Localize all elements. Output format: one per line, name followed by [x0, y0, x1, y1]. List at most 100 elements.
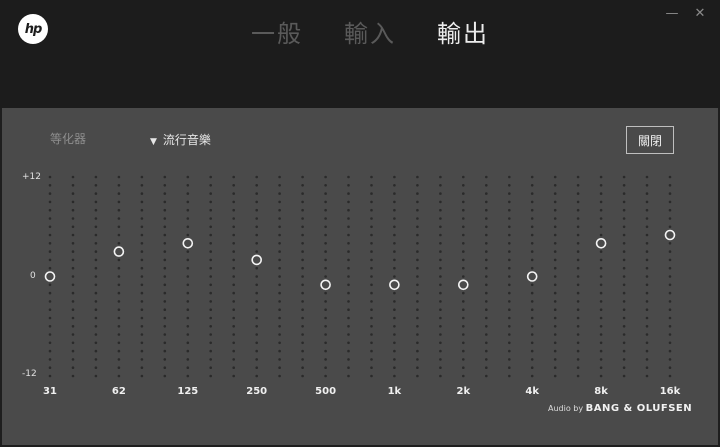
- eq-band-knob-250[interactable]: [251, 254, 263, 266]
- grid-dot: [370, 316, 373, 320]
- grid-dot: [439, 266, 442, 270]
- grid-dot: [278, 316, 281, 320]
- grid-dot: [255, 366, 258, 370]
- grid-dot: [508, 250, 511, 253]
- grid-dot: [599, 333, 603, 336]
- grid-dot: [186, 184, 190, 187]
- grid-dot: [622, 217, 626, 220]
- grid-dot: [485, 200, 488, 204]
- grid-dot: [140, 358, 144, 361]
- eq-band-knob-125[interactable]: [182, 238, 194, 249]
- grid-dot: [462, 366, 465, 370]
- eq-band-knob-16k[interactable]: [664, 229, 676, 241]
- grid-dot: [599, 217, 603, 220]
- grid-dot: [508, 283, 511, 287]
- grid-dot: [94, 283, 98, 287]
- grid-dot: [370, 283, 373, 287]
- grid-dot: [462, 300, 465, 303]
- grid-dot: [71, 258, 75, 262]
- grid-dot: [301, 325, 304, 328]
- grid-dot: [370, 358, 373, 361]
- grid-dot: [163, 283, 167, 287]
- grid-dot: [186, 275, 190, 278]
- grid-dot: [163, 358, 167, 361]
- grid-dot: [278, 184, 281, 187]
- eq-band-knob-4k[interactable]: [526, 271, 538, 282]
- grid-dot: [508, 184, 511, 187]
- grid-dot: [439, 325, 442, 328]
- grid-dot: [324, 349, 327, 353]
- grid-dot: [530, 192, 534, 195]
- grid-dot: [209, 175, 212, 179]
- grid-dot: [186, 200, 190, 204]
- eq-band-knob-1k[interactable]: [389, 279, 400, 291]
- grid-dot: [576, 217, 580, 220]
- grid-dot: [71, 316, 75, 320]
- eq-band-knob-62[interactable]: [113, 246, 125, 257]
- grid-dot: [576, 233, 580, 237]
- grid-dot: [140, 300, 144, 303]
- grid-dot: [370, 374, 373, 378]
- grid-dot: [232, 374, 235, 378]
- grid-dot: [645, 349, 649, 353]
- grid-dot: [117, 366, 121, 370]
- grid-dot: [576, 366, 580, 370]
- grid-dot: [94, 225, 98, 229]
- grid-dot: [232, 358, 235, 361]
- grid-dot: [255, 208, 258, 212]
- grid-dot: [301, 341, 304, 345]
- grid-dot: [163, 275, 167, 278]
- grid-dot: [668, 325, 672, 328]
- grid-dot: [668, 175, 672, 179]
- grid-dot: [370, 275, 373, 278]
- grid-dot: [622, 283, 626, 287]
- grid-dot: [347, 233, 350, 237]
- grid-dot: [140, 275, 144, 278]
- grid-dot: [186, 192, 190, 195]
- grid-dot: [599, 266, 603, 270]
- grid-dot: [485, 325, 488, 328]
- grid-dot: [370, 225, 373, 229]
- eq-band-knob-2k[interactable]: [457, 279, 469, 291]
- grid-dot: [622, 192, 626, 195]
- grid-dot: [71, 175, 75, 179]
- grid-dot: [48, 283, 52, 287]
- grid-dot: [553, 291, 557, 295]
- grid-dot: [439, 333, 442, 336]
- grid-dot: [462, 250, 465, 253]
- grid-dot: [439, 366, 442, 370]
- grid-dot: [370, 192, 373, 195]
- grid-dot: [186, 325, 190, 328]
- grid-dot: [462, 358, 465, 361]
- eq-band-knob-500[interactable]: [320, 279, 331, 291]
- grid-dot: [94, 374, 98, 378]
- grid-dot: [485, 208, 488, 212]
- grid-dot: [278, 266, 281, 270]
- grid-dot: [645, 217, 649, 220]
- grid-dot: [508, 200, 511, 204]
- grid-dot: [94, 242, 98, 245]
- grid-dot: [71, 200, 75, 204]
- grid-dot: [209, 374, 212, 378]
- grid-dot: [576, 225, 580, 229]
- grid-dot: [324, 266, 327, 270]
- grid-dot: [599, 349, 603, 353]
- grid-dot: [301, 300, 304, 303]
- grid-dot: [163, 242, 167, 245]
- grid-dot: [71, 333, 75, 336]
- grid-dot: [232, 308, 235, 312]
- grid-dot: [186, 300, 190, 303]
- eq-band-knob-31[interactable]: [44, 271, 56, 282]
- grid-dot: [576, 266, 580, 270]
- grid-dot: [508, 258, 511, 262]
- grid-dot: [255, 358, 258, 361]
- grid-dot: [416, 308, 419, 312]
- eq-band-knob-8k[interactable]: [595, 238, 607, 249]
- grid-dot: [301, 283, 304, 287]
- grid-dot: [232, 316, 235, 320]
- grid-dot: [668, 208, 672, 212]
- grid-dot: [599, 233, 603, 237]
- grid-dot: [71, 266, 75, 270]
- grid-dot: [416, 233, 419, 237]
- grid-dot: [209, 225, 212, 229]
